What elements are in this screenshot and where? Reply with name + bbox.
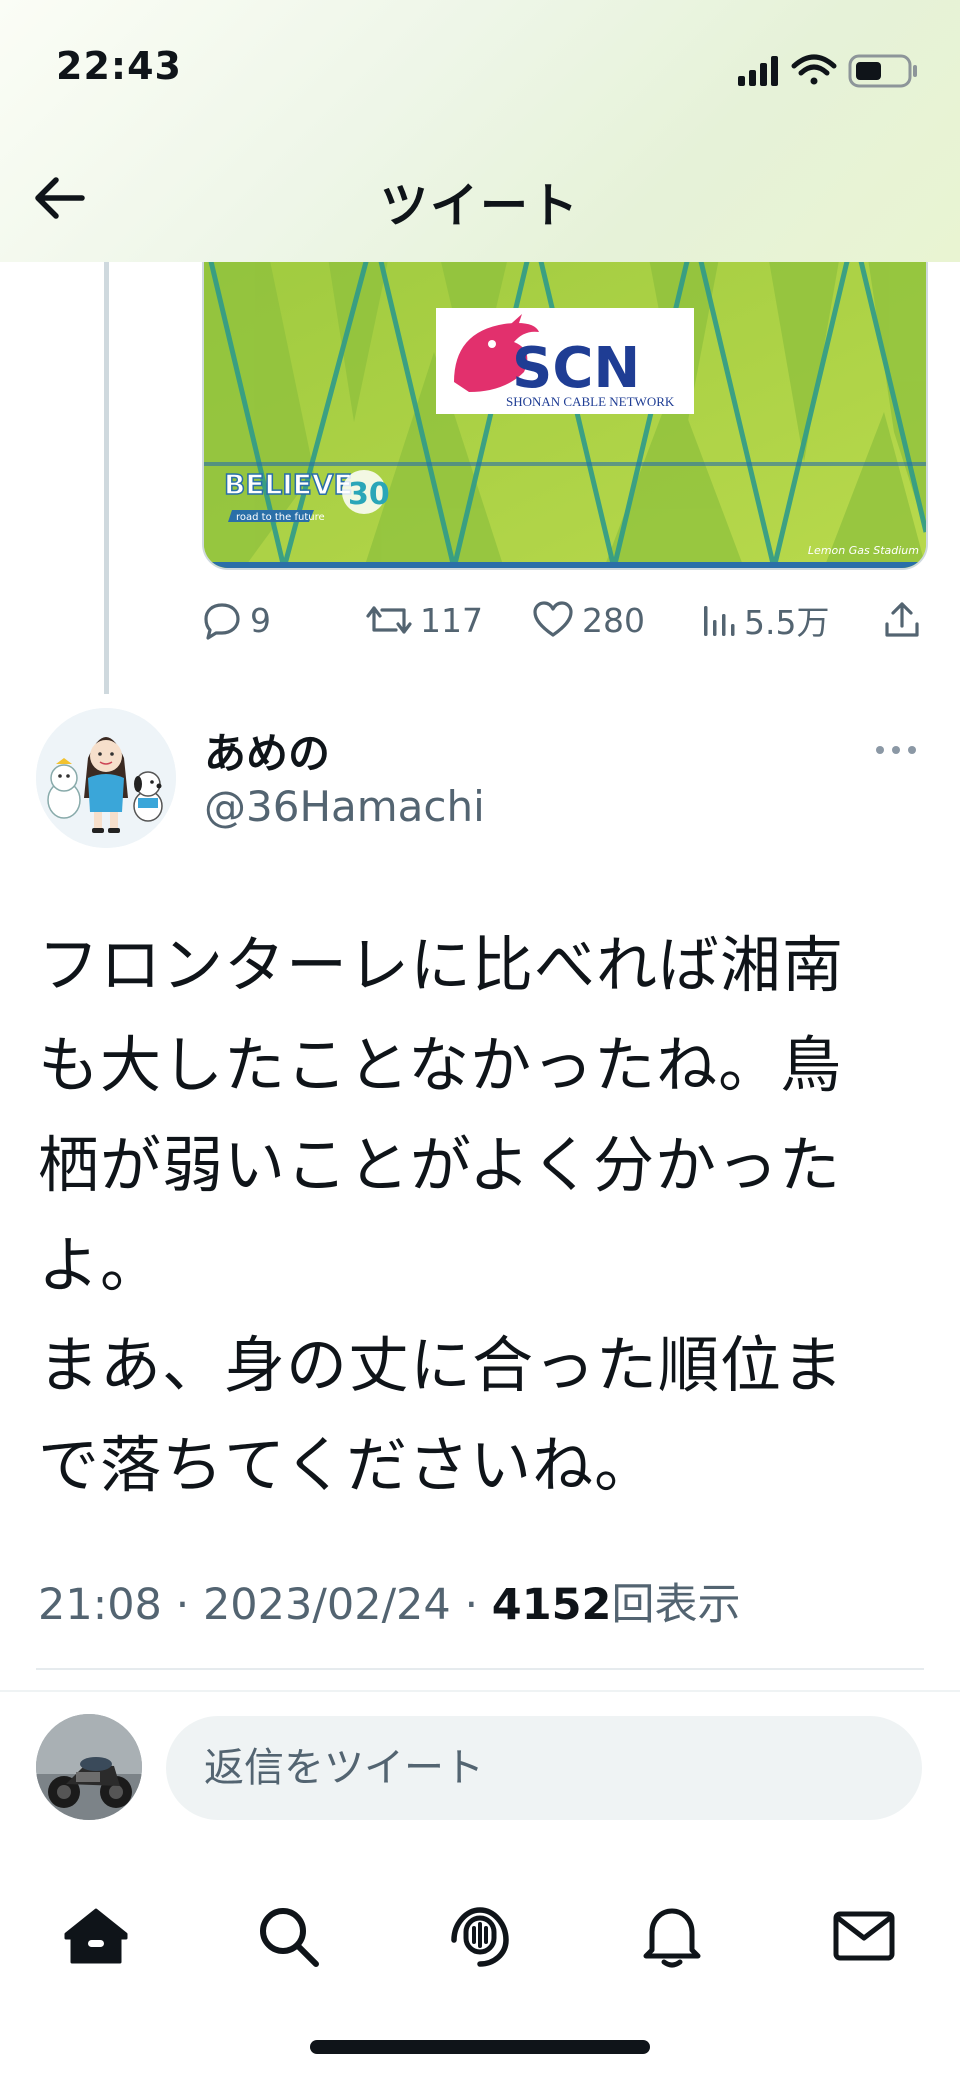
- parent-tweet-actions: 9 117 280 5.5万: [202, 596, 932, 644]
- spaces-icon: [451, 1907, 509, 1967]
- tweet-text: フロンターレに比べれば湘南 も大したことなかったね。鳥 栖が弱いことがよく分かっ…: [38, 930, 845, 1501]
- reply-count: 9: [250, 600, 271, 640]
- svg-text:30: 30: [348, 477, 390, 512]
- author-display-name[interactable]: あめの: [204, 720, 330, 781]
- signal-icon: [738, 56, 778, 86]
- retweet-icon: [366, 606, 412, 634]
- nav-messages[interactable]: [824, 1896, 904, 1976]
- reply-icon: [204, 603, 240, 640]
- views-count: 5.5万: [744, 603, 830, 642]
- divider: [0, 1690, 960, 1692]
- meta-separator: ·: [450, 1580, 492, 1630]
- svg-text:SHONAN CABLE NETWORK: SHONAN CABLE NETWORK: [506, 394, 675, 409]
- tweet-time[interactable]: 21:08: [38, 1580, 162, 1630]
- bell-icon: [643, 1908, 701, 1968]
- bottom-navigation: [0, 1880, 960, 1990]
- svg-text:SCN: SCN: [512, 336, 640, 401]
- author-handle[interactable]: @36Hamachi: [204, 782, 485, 831]
- top-header: 22:43 ツイート: [0, 0, 960, 262]
- analytics-icon: [704, 606, 735, 636]
- like-action[interactable]: 280: [532, 596, 645, 644]
- home-icon: [64, 1908, 128, 1964]
- nav-spaces[interactable]: [440, 1896, 520, 1976]
- status-time: 22:43: [56, 44, 182, 88]
- stadium-text: Lemon Gas Stadium: [808, 544, 919, 557]
- like-count: 280: [582, 600, 645, 640]
- tweet-media-image[interactable]: SCN SHONAN CABLE NETWORK BELIEVE road to…: [202, 230, 928, 570]
- tweet-view-count[interactable]: 4152: [492, 1580, 612, 1630]
- sponsor-logo: SCN SHONAN CABLE NETWORK: [436, 308, 694, 414]
- tweet-meta: 21:08 · 2023/02/24 · 4152回表示: [38, 1570, 740, 1632]
- svg-text:BELIEVE: BELIEVE: [224, 468, 353, 501]
- views-action[interactable]: 5.5万: [700, 596, 829, 644]
- share-action[interactable]: [882, 596, 930, 644]
- share-icon: [885, 602, 919, 637]
- divider: [36, 1668, 924, 1670]
- reply-action[interactable]: 9: [202, 596, 271, 644]
- tweet-date[interactable]: 2023/02/24: [203, 1580, 451, 1630]
- more-options-icon[interactable]: [872, 738, 920, 762]
- reply-input[interactable]: 返信をツイート: [166, 1716, 922, 1820]
- nav-search[interactable]: [248, 1896, 328, 1976]
- mail-icon: [833, 1911, 895, 1961]
- status-icons: [738, 54, 917, 88]
- svg-text:road to the future: road to the future: [236, 512, 325, 523]
- search-icon: [260, 1908, 319, 1967]
- author-avatar[interactable]: [36, 708, 176, 848]
- current-user-avatar[interactable]: [36, 1714, 142, 1820]
- heart-icon: [533, 601, 573, 637]
- tweet-view-label: 回表示: [611, 1580, 741, 1630]
- retweet-action[interactable]: 117: [366, 596, 483, 644]
- thread-connector-line: [104, 262, 109, 694]
- home-indicator[interactable]: [310, 2040, 650, 2054]
- meta-separator: ·: [161, 1580, 203, 1630]
- anniversary-logo: 30: [342, 470, 390, 514]
- wifi-icon: [791, 54, 837, 85]
- retweet-count: 117: [420, 600, 483, 640]
- page-title: ツイート: [379, 178, 580, 234]
- battery-icon: [848, 54, 917, 88]
- nav-home[interactable]: [56, 1896, 136, 1976]
- nav-notifications[interactable]: [632, 1896, 712, 1976]
